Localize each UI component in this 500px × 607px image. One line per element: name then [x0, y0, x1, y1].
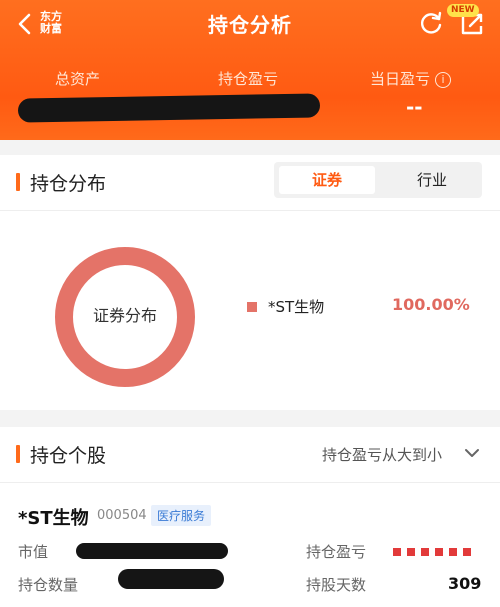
info-icon[interactable]: i [435, 72, 452, 88]
tab-securities[interactable]: 证券 [279, 166, 375, 194]
holdings-title: 持仓个股 [30, 445, 107, 467]
stock-code: 000504 [97, 508, 147, 523]
pnl-label: 持仓盈亏 [306, 543, 367, 561]
redacted-market-value [76, 543, 228, 559]
holdings-card: 持仓个股 持仓盈亏从大到小 *ST生物 000504 医疗服务 市值 持仓盈亏 … [0, 427, 500, 607]
divider [0, 482, 500, 483]
donut-center-label: 证券分布 [92, 306, 157, 325]
divider [0, 210, 500, 211]
total-assets-label: 总资产 [55, 70, 101, 88]
distribution-card: 持仓分布 证券 行业 证券分布 *ST生物 100.00% [0, 155, 500, 410]
market-value-label: 市值 [18, 543, 49, 561]
industry-tag: 医疗服务 [151, 505, 212, 526]
header: 东方财富 持仓分析 NEW 总资产 持仓盈亏 当日盈亏 i -- [0, 0, 500, 140]
redacted-pnl-value [393, 548, 475, 556]
holding-days-value: 309 [448, 574, 482, 593]
stock-name[interactable]: *ST生物 [18, 504, 89, 530]
sort-selector[interactable]: 持仓盈亏从大到小 [322, 444, 442, 465]
legend-stock-name: *ST生物 [268, 298, 325, 316]
section-accent-bar [16, 173, 20, 191]
legend-percentage: 100.00% [392, 295, 470, 314]
today-pnl-value: -- [406, 95, 423, 119]
chevron-down-icon[interactable] [464, 445, 480, 461]
new-badge: NEW [447, 4, 479, 17]
section-accent-bar [16, 445, 20, 463]
tab-industry[interactable]: 行业 [384, 166, 480, 194]
distribution-toggle: 证券 行业 [274, 162, 482, 198]
legend-color-swatch [247, 302, 257, 312]
refresh-icon[interactable] [418, 10, 444, 36]
quantity-label: 持仓数量 [18, 576, 79, 594]
redacted-quantity [118, 569, 224, 589]
holding-pnl-label: 持仓盈亏 [218, 70, 279, 88]
holding-days-label: 持股天数 [306, 576, 367, 594]
distribution-title: 持仓分布 [30, 173, 107, 195]
today-pnl-label: 当日盈亏 i [370, 68, 452, 89]
